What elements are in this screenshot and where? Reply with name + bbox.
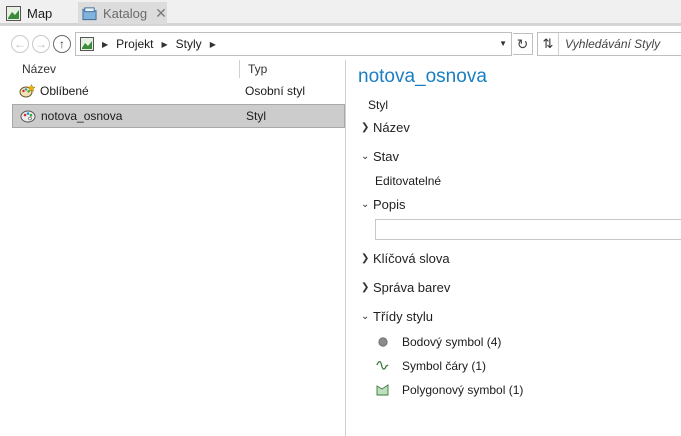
polygon-symbol-icon	[376, 384, 389, 396]
class-item-label: Bodový symbol (4)	[402, 335, 502, 349]
chevron-right-icon: ▶	[161, 39, 168, 49]
section-stav[interactable]: ⌄ Stav	[361, 149, 399, 164]
details-pane: notova_osnova Styl ❯ Název ⌄ Stav Editov…	[346, 60, 681, 436]
list-item[interactable]: Oblíbené Osobní styl	[12, 79, 345, 103]
details-title: notova_osnova	[358, 66, 487, 87]
list-item-type: Osobní styl	[245, 84, 306, 98]
details-subtype: Styl	[368, 98, 389, 112]
chevron-down-icon: ⌄	[361, 311, 370, 322]
style-icon	[20, 110, 36, 123]
column-header-name[interactable]: Název	[22, 60, 56, 78]
column-header-type[interactable]: Typ	[248, 60, 267, 78]
chevron-right-icon: ❯	[361, 253, 370, 264]
class-item-line[interactable]: Symbol čáry (1)	[376, 359, 486, 373]
tab-map[interactable]: Map	[6, 2, 76, 24]
section-nazev[interactable]: ❯ Název	[361, 120, 410, 135]
map-icon	[6, 5, 21, 21]
status-value: Editovatelné	[375, 174, 442, 188]
arrow-left-icon: ←	[14, 37, 26, 51]
tab-map-label: Map	[27, 5, 53, 21]
tab-katalog[interactable]: Katalog ✕	[78, 2, 167, 24]
refresh-button[interactable]: ↻	[513, 33, 533, 55]
section-sprava-barev[interactable]: ❯ Správa barev	[361, 280, 450, 295]
line-symbol-icon	[376, 360, 389, 372]
class-item-polygon[interactable]: Polygonový symbol (1)	[376, 383, 523, 397]
chevron-down-icon[interactable]: ▼	[499, 39, 507, 48]
chevron-right-icon: ▶	[209, 39, 216, 49]
back-button[interactable]: ←	[11, 35, 29, 53]
tab-bar: Map Katalog ✕	[0, 0, 681, 26]
chevron-right-icon: ❯	[361, 122, 370, 133]
breadcrumb-styly[interactable]: Styly	[176, 37, 202, 51]
section-label: Správa barev	[373, 280, 451, 295]
class-item-label: Polygonový symbol (1)	[402, 383, 524, 397]
section-label: Název	[373, 120, 410, 135]
search-box: ⇅	[537, 32, 681, 56]
up-button[interactable]: ↑	[53, 35, 71, 53]
section-klicova-slova[interactable]: ❯ Klíčová slova	[361, 251, 450, 266]
point-symbol-icon	[376, 336, 389, 348]
list-item-selected[interactable]: notova_osnova Styl	[12, 104, 345, 128]
list-item-type: Styl	[246, 109, 267, 123]
column-divider[interactable]	[239, 60, 240, 78]
description-field[interactable]	[375, 219, 681, 240]
section-tridy-stylu[interactable]: ⌄ Třídy stylu	[361, 309, 433, 324]
class-item-label: Symbol čáry (1)	[402, 359, 487, 373]
class-item-point[interactable]: Bodový symbol (4)	[376, 335, 501, 349]
chevron-down-icon: ⌄	[361, 151, 370, 162]
section-label: Třídy stylu	[373, 309, 433, 324]
chevron-down-icon: ⌄	[361, 199, 370, 210]
catalog-toolbar: ← → ↑ ▶ Projekt ▶ Styly ▶ ▼ ↻ ⇅	[0, 30, 681, 60]
section-label: Popis	[373, 197, 406, 212]
breadcrumb-projekt[interactable]: Projekt	[116, 37, 153, 51]
section-label: Klíčová slova	[373, 251, 450, 266]
list-item-name: notova_osnova	[41, 109, 123, 123]
catalog-icon	[82, 6, 97, 20]
breadcrumb[interactable]: ▶ Projekt ▶ Styly ▶ ▼	[75, 32, 512, 56]
arrow-right-icon: →	[35, 37, 47, 51]
chevron-right-icon: ❯	[361, 282, 370, 293]
forward-button[interactable]: →	[32, 35, 50, 53]
tab-katalog-label: Katalog	[103, 5, 148, 21]
list-item-name: Oblíbené	[40, 84, 89, 98]
search-input[interactable]	[559, 36, 681, 52]
project-icon	[80, 37, 94, 51]
chevron-right-icon: ▶	[102, 39, 109, 49]
sort-icon[interactable]: ⇅	[538, 33, 559, 55]
refresh-icon: ↻	[516, 35, 529, 52]
section-label: Stav	[373, 149, 400, 164]
favorite-style-icon	[19, 84, 35, 98]
close-icon[interactable]: ✕	[155, 5, 167, 22]
section-popis[interactable]: ⌄ Popis	[361, 197, 406, 212]
arrow-up-icon: ↑	[59, 37, 65, 51]
item-list: Název Typ Oblíbené Osobní styl notova_os…	[0, 60, 346, 436]
